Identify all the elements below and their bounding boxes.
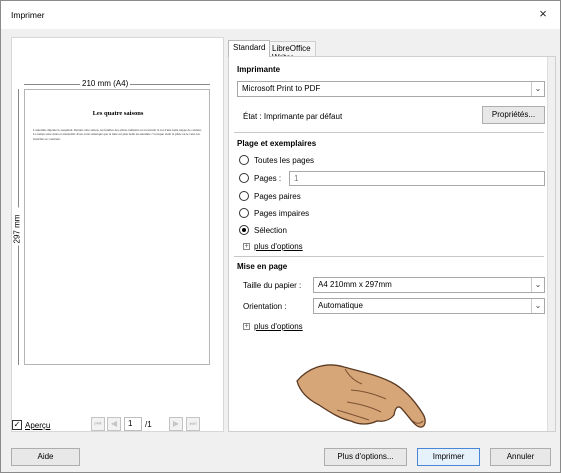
- title-bar: Imprimer ×: [1, 1, 560, 29]
- radio-pages[interactable]: [239, 173, 249, 183]
- height-dimension-label: 297 mm: [12, 207, 22, 246]
- radio-selection[interactable]: [239, 225, 249, 235]
- window-title: Imprimer: [11, 10, 45, 20]
- page-total: /1: [145, 420, 152, 429]
- printer-select[interactable]: Microsoft Print to PDF ⌄: [237, 81, 545, 97]
- paper-size-select[interactable]: A4 210mm x 297mm ⌄: [313, 277, 545, 293]
- help-button[interactable]: Aide: [11, 448, 80, 466]
- printer-state: État : Imprimante par défaut: [243, 112, 343, 121]
- preview-label: Aperçu: [25, 421, 51, 430]
- properties-button[interactable]: Propriétés...: [482, 106, 545, 124]
- range-heading: Plage et exemplaires: [237, 139, 317, 148]
- radio-all-pages[interactable]: [239, 155, 249, 165]
- pages-input[interactable]: 1: [289, 171, 545, 186]
- preview-page-title: Les quatre saisons: [92, 110, 144, 117]
- even-pages-label: Pages paires: [254, 192, 301, 201]
- orientation-label: Orientation :: [243, 302, 287, 311]
- first-page-button: ⏮: [91, 417, 105, 431]
- printer-value: Microsoft Print to PDF: [242, 84, 321, 93]
- selection-label: Sélection: [254, 226, 287, 235]
- all-pages-label: Toutes les pages: [254, 156, 315, 165]
- expand-plus-icon[interactable]: +: [243, 243, 250, 250]
- separator: [234, 256, 544, 257]
- width-dimension-label: 210 mm (A4): [80, 79, 131, 88]
- orientation-value: Automatique: [318, 301, 363, 310]
- chevron-down-icon: ⌄: [531, 82, 544, 96]
- print-preview: 210 mm (A4) 297 mm Les quatre saisons L'…: [11, 37, 224, 432]
- vertical-scrollbar[interactable]: [547, 57, 555, 431]
- preview-page: Les quatre saisons L'automne déjoule le …: [24, 89, 210, 365]
- layout-more-options-link[interactable]: plus d'options: [254, 322, 303, 331]
- tab-libreoffice-writer[interactable]: LibreOffice Writer: [267, 41, 316, 62]
- page-number-input[interactable]: 1: [124, 417, 142, 431]
- radio-even-pages[interactable]: [239, 191, 249, 201]
- separator: [234, 132, 544, 133]
- range-more-options-link[interactable]: plus d'options: [254, 242, 303, 251]
- odd-pages-label: Pages impaires: [254, 209, 310, 218]
- preview-checkbox[interactable]: ✓: [12, 420, 22, 430]
- pages-label: Pages :: [254, 174, 282, 183]
- next-page-button: ▶: [169, 417, 183, 431]
- print-button[interactable]: Imprimer: [417, 448, 480, 466]
- radio-odd-pages[interactable]: [239, 208, 249, 218]
- previous-page-button: ◀: [107, 417, 121, 431]
- orientation-select[interactable]: Automatique ⌄: [313, 298, 545, 314]
- paper-size-value: A4 210mm x 297mm: [318, 280, 392, 289]
- printer-heading: Imprimante: [237, 65, 281, 74]
- expand-plus-icon[interactable]: +: [243, 323, 250, 330]
- print-dialog: Imprimer × 210 mm (A4) 297 mm Les quatre…: [0, 0, 561, 473]
- cancel-button[interactable]: Annuler: [490, 448, 551, 466]
- close-button[interactable]: ×: [534, 6, 552, 24]
- layout-heading: Mise en page: [237, 262, 288, 271]
- pointing-hand-icon: [296, 364, 426, 428]
- tab-standard[interactable]: Standard: [228, 40, 271, 57]
- last-page-button: ⏭: [186, 417, 200, 431]
- chevron-down-icon: ⌄: [531, 278, 544, 292]
- chevron-down-icon: ⌄: [531, 299, 544, 313]
- paper-size-label: Taille du papier :: [243, 281, 302, 290]
- more-options-button[interactable]: Plus d'options...: [324, 448, 407, 466]
- preview-page-text: L'automne déjoule le soupmoir. Durant ce…: [33, 128, 202, 141]
